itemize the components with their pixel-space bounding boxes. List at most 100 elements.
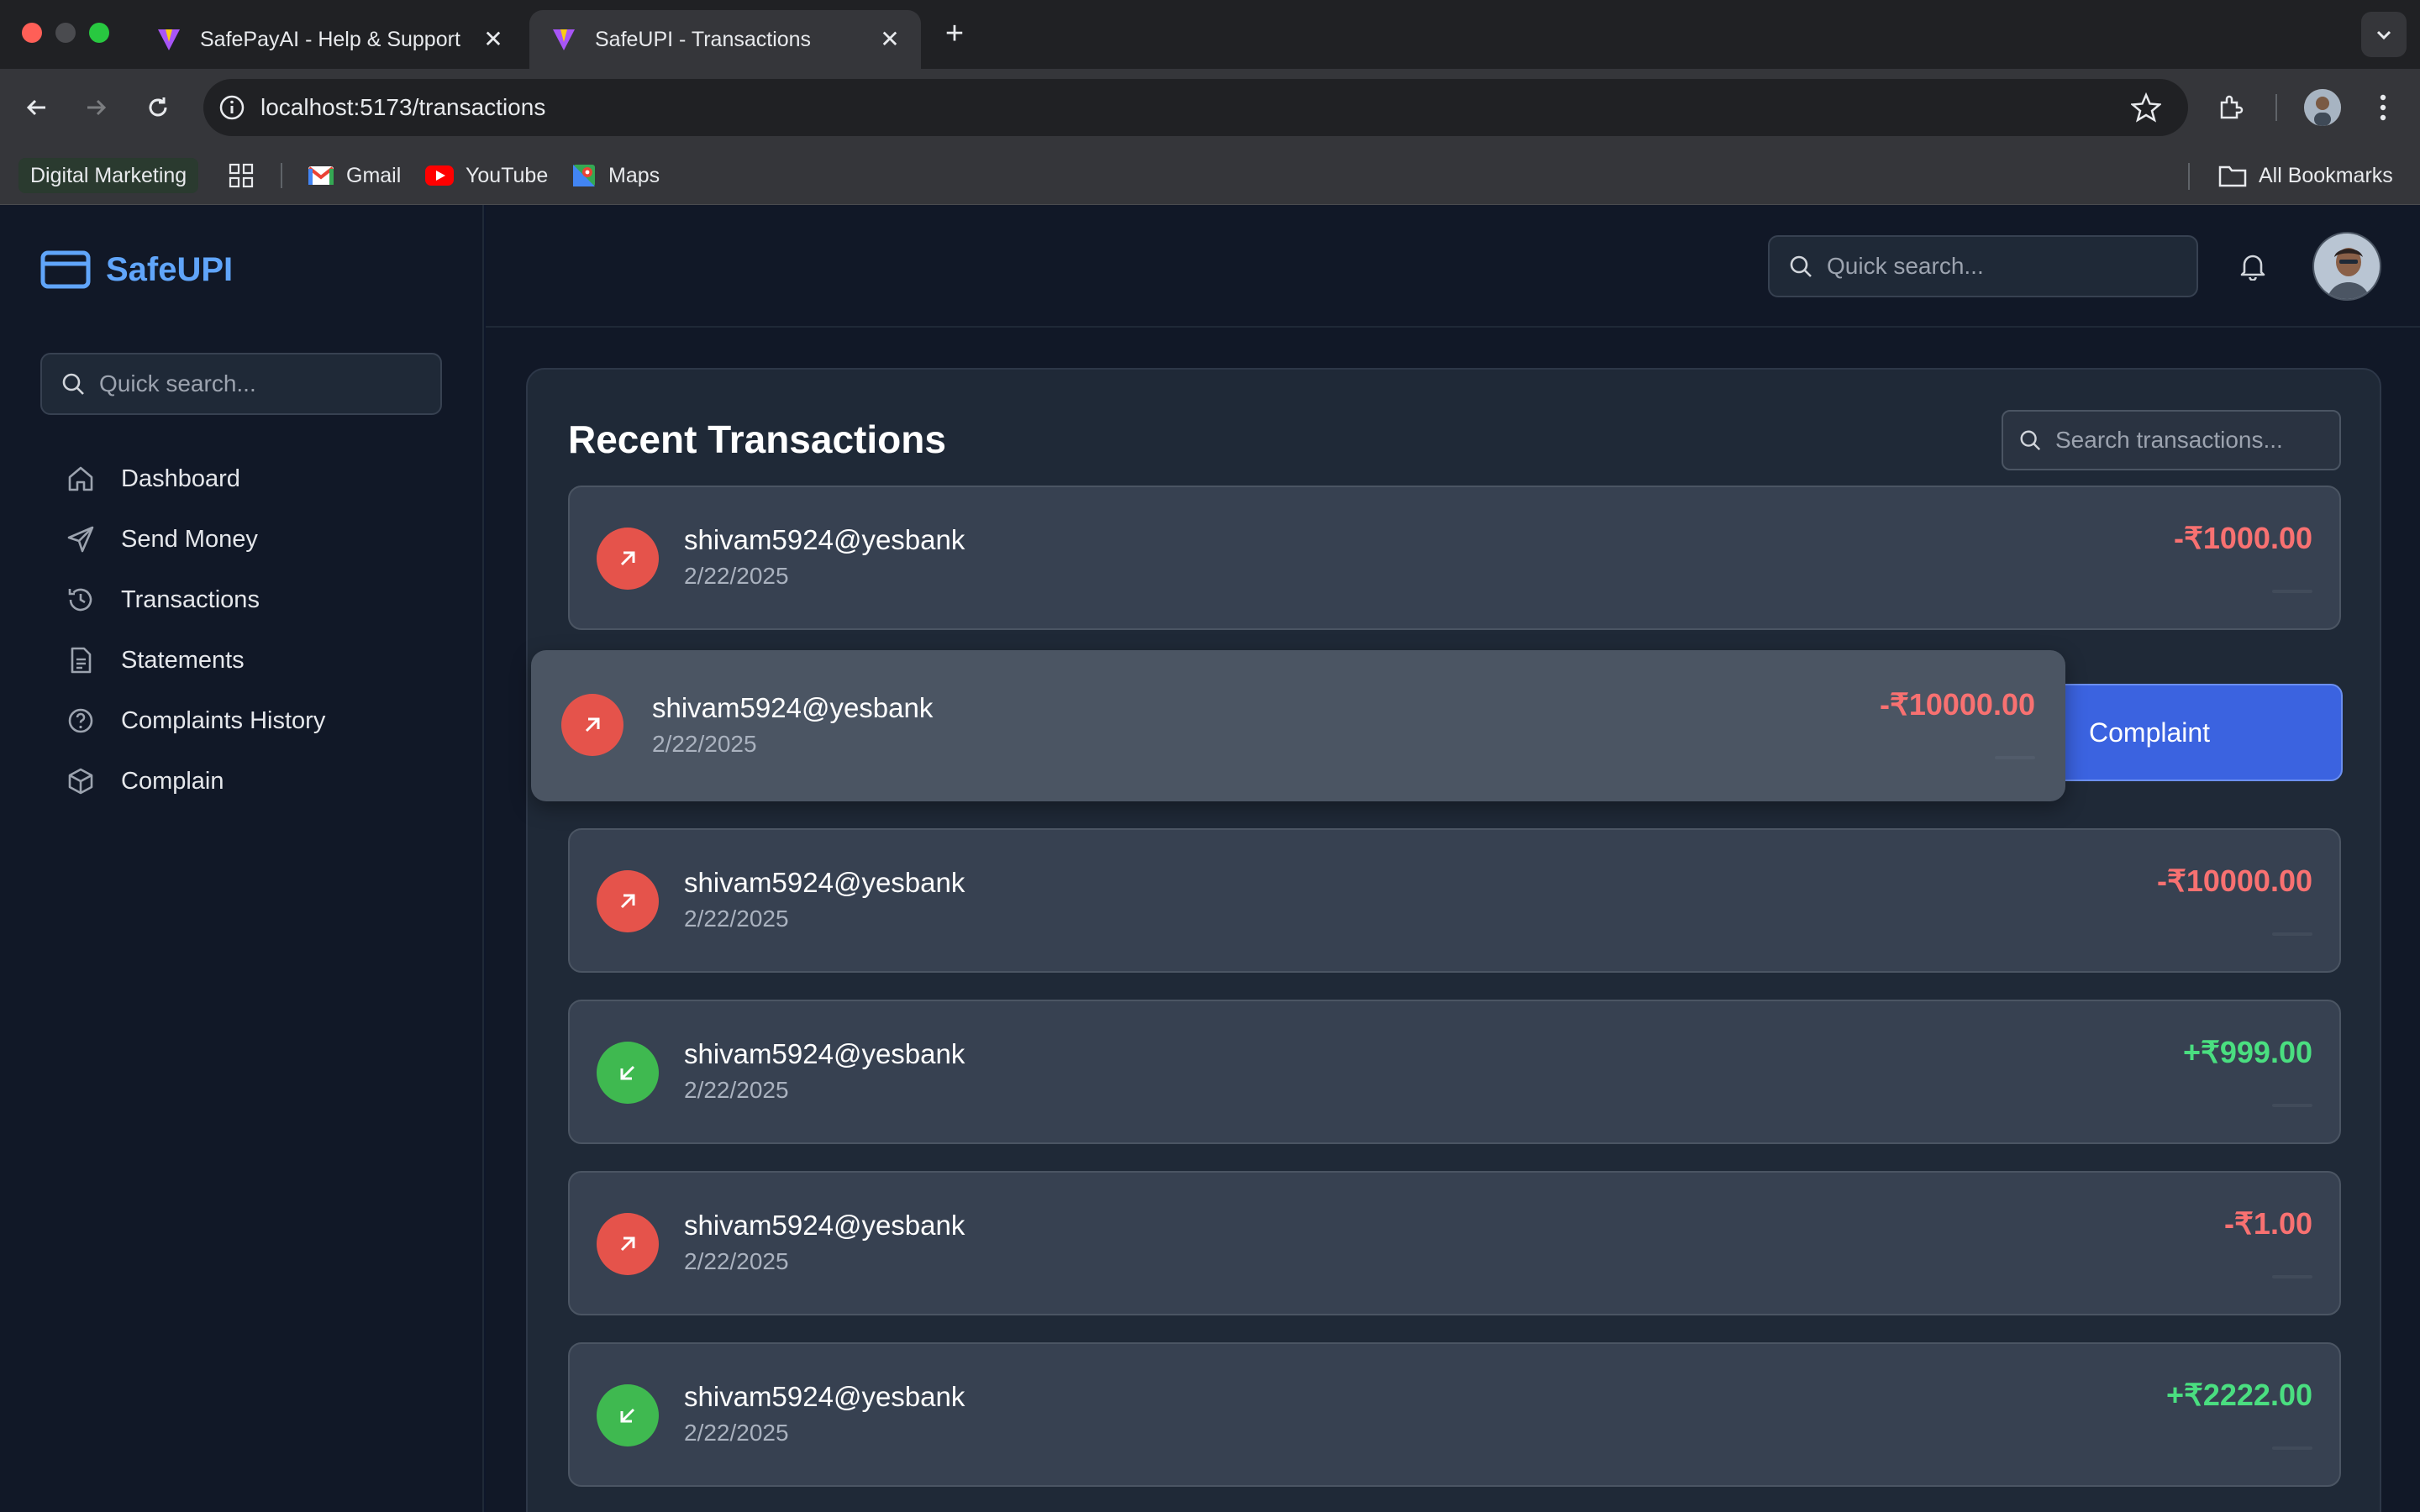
transactions-search-input[interactable] [2055,427,2312,454]
sidebar-search [40,353,442,415]
row-placeholder-bar [2272,1275,2312,1278]
sidebar-item-complain[interactable]: Complain [64,751,450,811]
tab-title: SafePayAI - Help & Support [200,27,460,51]
bookmark-gmail[interactable]: Gmail [308,158,401,193]
back-button[interactable] [17,87,57,128]
close-tab-icon[interactable]: ✕ [481,27,506,52]
zoom-window-button[interactable] [89,23,109,43]
vite-logo-icon [155,25,183,54]
transaction-row-swiped[interactable]: shivam5924@yesbank 2/22/2025 -₹10000.00 [531,650,2065,801]
arrow-down-left-icon [597,1042,659,1104]
transaction-upi-id: shivam5924@yesbank [684,524,965,555]
all-bookmarks-button[interactable]: All Bookmarks [2218,158,2393,193]
transaction-row[interactable]: shivam5924@yesbank 2/22/2025 -₹1000.00 [568,486,2341,630]
row-placeholder-bar [2272,932,2312,936]
document-icon [64,643,97,677]
browser-tab-bar: SafePayAI - Help & Support ✕ SafeUPI - T… [0,0,2420,69]
user-avatar[interactable] [2312,232,2381,301]
arrow-up-right-icon [597,528,659,590]
more-vertical-icon [2380,94,2386,121]
transaction-row[interactable]: shivam5924@yesbank 2/22/2025 +₹2222.00 [568,1342,2341,1487]
bookmarks-divider [2188,163,2190,190]
new-tab-button[interactable]: + [938,15,971,52]
arrow-left-icon [26,99,45,116]
profile-avatar[interactable] [2304,89,2341,126]
transaction-amount: +₹999.00 [2182,1035,2312,1069]
safeupi-app: SafeUPI Dashboard Send Money [0,205,2420,1512]
folder-icon [2218,165,2247,187]
sidebar-item-send-money[interactable]: Send Money [64,509,450,570]
browser-menu-button[interactable] [2363,87,2403,128]
sidebar-search-input[interactable] [99,370,403,397]
row-placeholder-bar [2272,1104,2312,1107]
address-bar[interactable]: localhost:5173/transactions [203,79,2188,136]
sidebar-item-transactions[interactable]: Transactions [64,570,450,630]
transaction-amount: -₹10000.00 [1879,687,2035,722]
transaction-upi-id: shivam5924@yesbank [684,1038,965,1069]
row-placeholder-bar [2272,1446,2312,1450]
transaction-date: 2/22/2025 [684,1420,789,1446]
bookmarks-divider [281,163,282,188]
transaction-row[interactable]: shivam5924@yesbank 2/22/2025 -₹1.00 [568,1171,2341,1315]
sidebar-item-complaints-history[interactable]: Complaints History [64,690,450,751]
apps-grid-icon[interactable] [229,158,254,193]
transaction-row[interactable]: shivam5924@yesbank 2/22/2025 -₹10000.00 [568,828,2341,973]
search-icon [2020,430,2041,451]
transaction-amount: -₹1.00 [2224,1206,2312,1241]
sidebar-nav: Dashboard Send Money Transactions Statem… [64,449,450,811]
complaint-button[interactable]: Complaint [2040,684,2343,781]
top-header [486,205,2420,328]
transaction-date: 2/22/2025 [684,1077,789,1103]
tab-title: SafeUPI - Transactions [595,27,812,51]
app-logo-text: SafeUPI [106,250,234,288]
minimize-window-button[interactable] [55,23,76,43]
transaction-amount: +₹2222.00 [2165,1378,2312,1412]
chevron-down-icon [2376,30,2391,40]
arrow-down-left-icon [597,1384,659,1446]
maps-icon [573,165,595,186]
bookmark-star-icon[interactable] [2129,92,2163,127]
browser-toolbar: localhost:5173/transactions [0,69,2420,146]
browser-tab-transactions[interactable]: SafeUPI - Transactions ✕ [529,10,921,69]
sidebar-item-statements[interactable]: Statements [64,630,450,690]
notifications-bell-icon[interactable] [2233,247,2272,286]
panel-title: Recent Transactions [568,417,946,461]
close-window-button[interactable] [22,23,42,43]
bookmark-digital-marketing[interactable]: Digital Marketing [18,158,199,193]
transaction-upi-id: shivam5924@yesbank [684,1210,965,1241]
bookmark-maps[interactable]: Maps [571,158,660,193]
header-search-input[interactable] [1827,253,2154,280]
extensions-button[interactable] [2212,87,2252,128]
toolbar-divider [2275,94,2277,121]
bookmarks-bar: Digital Marketing Gmail YouTube Maps All… [0,146,2420,205]
reload-icon [149,97,167,117]
recent-transactions-panel: Recent Transactions shivam5924@yesbank 2… [526,368,2381,1512]
transaction-upi-id: shivam5924@yesbank [684,867,965,898]
transaction-date: 2/22/2025 [684,563,789,589]
arrow-right-icon [87,99,107,116]
help-circle-icon [64,704,97,738]
search-icon [62,373,84,395]
package-icon [64,764,97,798]
transaction-amount: -₹10000.00 [2156,864,2312,898]
browser-tab-help[interactable]: SafePayAI - Help & Support ✕ [134,10,524,69]
history-icon [64,583,97,617]
url-text: localhost:5173/transactions [260,94,546,120]
home-icon [64,462,97,496]
reload-button[interactable] [138,87,178,128]
header-search [1768,235,2198,297]
transaction-upi-id: shivam5924@yesbank [652,692,934,723]
site-info-icon[interactable] [217,92,247,123]
sidebar-item-dashboard[interactable]: Dashboard [64,449,450,509]
app-logo[interactable]: SafeUPI [40,250,233,289]
row-placeholder-bar [2272,590,2312,593]
forward-button[interactable] [76,87,116,128]
main-content: Recent Transactions shivam5924@yesbank 2… [486,205,2420,1512]
sidebar: SafeUPI Dashboard Send Money [0,205,484,1512]
close-tab-icon[interactable]: ✕ [877,27,902,52]
transaction-date: 2/22/2025 [684,1248,789,1274]
tab-search-button[interactable] [2361,12,2407,57]
transaction-row[interactable]: shivam5924@yesbank 2/22/2025 +₹999.00 [568,1000,2341,1144]
search-icon [1790,255,1812,277]
bookmark-youtube[interactable]: YouTube [425,158,548,193]
